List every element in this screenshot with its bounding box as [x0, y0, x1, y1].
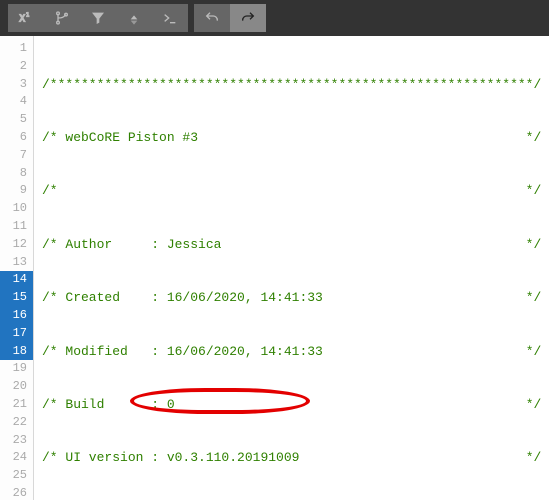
sort-button[interactable] — [116, 4, 152, 32]
code-area[interactable]: /***************************************… — [34, 36, 549, 500]
line-gutter: 1 2 3 4 5 6 7 8 9 10 11 12 13 14 15 16 1… — [0, 36, 34, 500]
line-number: 25 — [0, 467, 33, 485]
sort-icon — [126, 10, 142, 26]
comment-uiver-label: /* UI version : — [42, 450, 167, 465]
line-number: 7 — [0, 147, 33, 165]
redo-button[interactable] — [230, 4, 266, 32]
line-number: 12 — [0, 236, 33, 254]
line-number: 16 — [0, 307, 33, 325]
line-number: 17 — [0, 325, 33, 343]
svg-text:X: X — [19, 13, 25, 24]
line-number: 26 — [0, 485, 33, 500]
console-icon — [162, 10, 178, 26]
line-number: 5 — [0, 111, 33, 129]
filter-button[interactable] — [80, 4, 116, 32]
line-number: 1 — [0, 40, 33, 58]
line-number: 2 — [0, 58, 33, 76]
comment-modified-label: /* Modified : — [42, 344, 167, 359]
line-number: 19 — [0, 360, 33, 378]
undo-icon — [204, 10, 220, 26]
comment-uiver-value: v0.3.110.20191009 — [167, 450, 300, 465]
line-number: 24 — [0, 449, 33, 467]
line-number: 14 — [0, 271, 33, 289]
comment-build-label: /* Build : — [42, 397, 167, 412]
line-number: 21 — [0, 396, 33, 414]
toolbar: X1 — [0, 0, 549, 36]
line-number: 11 — [0, 218, 33, 236]
line-number: 4 — [0, 93, 33, 111]
code-editor: 1 2 3 4 5 6 7 8 9 10 11 12 13 14 15 16 1… — [0, 36, 549, 500]
branch-icon — [54, 10, 70, 26]
svg-text:1: 1 — [26, 13, 29, 19]
line-number: 20 — [0, 378, 33, 396]
comment-author-label: /* Author : — [42, 237, 167, 252]
branch-button[interactable] — [44, 4, 80, 32]
redo-icon — [240, 10, 256, 26]
comment-modified-value: 16/06/2020, 14:41:33 — [167, 344, 323, 359]
line-number: 6 — [0, 129, 33, 147]
comment-build-value: 0 — [167, 397, 175, 412]
line-number: 18 — [0, 343, 33, 361]
line-number: 15 — [0, 289, 33, 307]
line-number: 22 — [0, 414, 33, 432]
comment-border: /***************************************… — [42, 77, 541, 92]
x1-icon: X1 — [18, 10, 34, 26]
variables-button[interactable]: X1 — [8, 4, 44, 32]
toolbar-group-history — [194, 4, 266, 32]
console-button[interactable] — [152, 4, 188, 32]
toolbar-group-main: X1 — [8, 4, 188, 32]
line-number: 3 — [0, 76, 33, 94]
comment-blank: /* */ — [42, 183, 541, 198]
filter-icon — [90, 10, 106, 26]
line-number: 9 — [0, 182, 33, 200]
comment-created-label: /* Created : — [42, 290, 167, 305]
line-number: 10 — [0, 200, 33, 218]
comment-name: /* webCoRE Piston #3 */ — [42, 130, 541, 145]
line-number: 23 — [0, 432, 33, 450]
comment-created-value: 16/06/2020, 14:41:33 — [167, 290, 323, 305]
comment-author-value: Jessica — [167, 237, 222, 252]
undo-button[interactable] — [194, 4, 230, 32]
line-number: 8 — [0, 165, 33, 183]
line-number: 13 — [0, 254, 33, 272]
